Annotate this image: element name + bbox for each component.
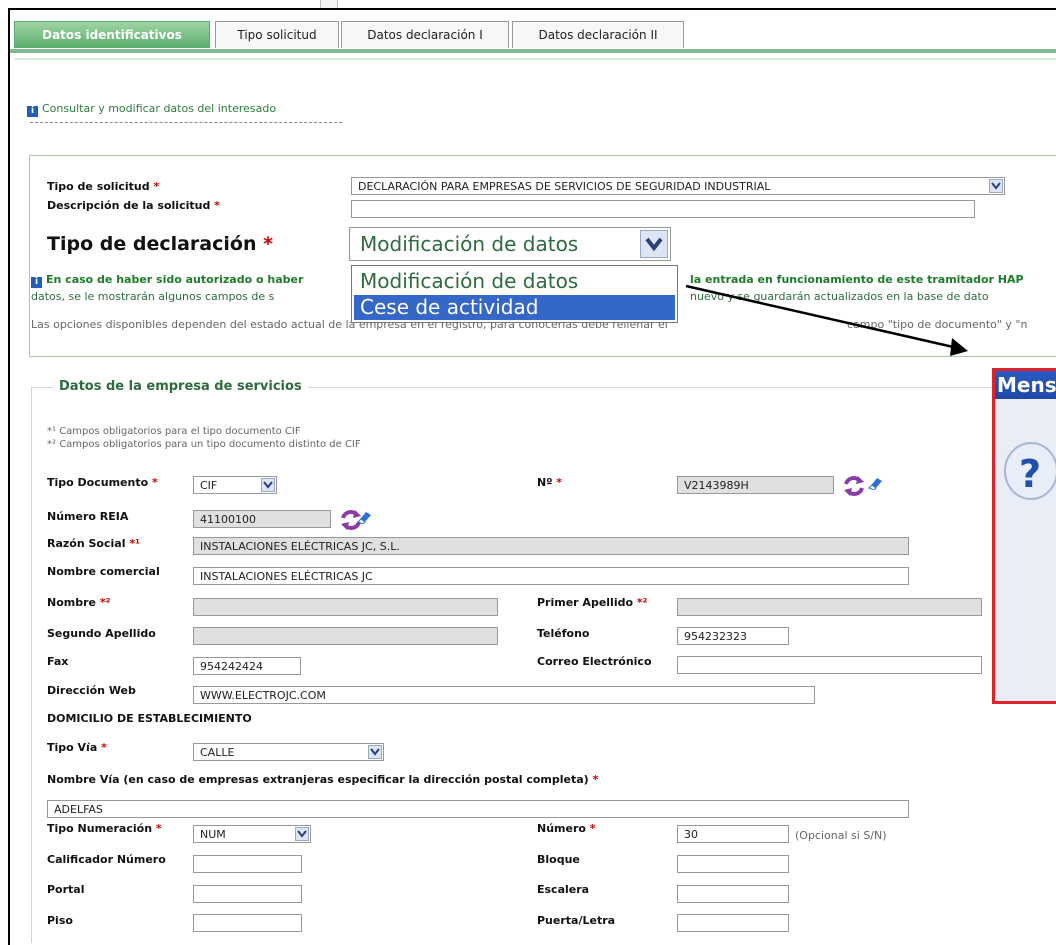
chevron-down-icon[interactable] — [295, 827, 309, 841]
puerta-input[interactable] — [677, 914, 789, 932]
numero-doc-input[interactable]: V2143989H — [677, 476, 834, 494]
razon-social-label: Razón Social *¹ — [47, 537, 140, 550]
piso-input[interactable] — [193, 914, 302, 932]
eraser-icon[interactable] — [356, 510, 372, 527]
tipo-via-label: Tipo Vía * — [47, 741, 107, 754]
web-label: Dirección Web — [47, 684, 136, 697]
correo-input[interactable] — [677, 656, 982, 674]
tipo-numeracion-select[interactable]: NUM — [193, 825, 311, 843]
telefono-input[interactable]: 954232323 — [677, 627, 789, 645]
segundo-apellido-input[interactable] — [193, 627, 498, 645]
domicilio-heading: DOMICILIO DE ESTABLECIMIENTO — [47, 712, 252, 725]
message-popup: Mens ? — [992, 368, 1056, 704]
segundo-apellido-label: Segundo Apellido — [47, 627, 156, 640]
nombre-label: Nombre *² — [47, 596, 111, 609]
puerta-label: Puerta/Letra — [537, 914, 616, 927]
question-icon: ? — [1001, 441, 1056, 514]
section-title-empresa: Datos de la empresa de servicios — [53, 379, 308, 394]
section-left-border — [31, 387, 32, 943]
numero-via-input[interactable]: 30 — [677, 825, 789, 843]
nombre-input[interactable] — [193, 598, 498, 616]
web-input[interactable]: WWW.ELECTROJC.COM — [193, 686, 815, 704]
primer-apellido-label: Primer Apellido *² — [537, 596, 648, 609]
nombre-via-label: Nombre Vía (en caso de empresas extranje… — [47, 773, 599, 786]
note-no-cif: *² Campos obligatorios para un tipo docu… — [47, 439, 361, 450]
tipo-documento-select[interactable]: CIF — [193, 476, 277, 494]
tipo-documento-label: Tipo Documento * — [47, 476, 158, 489]
nombre-comercial-label: Nombre comercial — [47, 565, 160, 578]
correo-label: Correo Electrónico — [537, 655, 652, 668]
calificador-label: Calificador Número — [47, 853, 166, 866]
refresh-icon[interactable] — [842, 474, 866, 501]
bloque-input[interactable] — [677, 855, 789, 873]
razon-social-input[interactable]: INSTALACIONES ELÉCTRICAS JC, S.L. — [193, 537, 909, 555]
chevron-down-icon[interactable] — [261, 478, 275, 492]
nombre-comercial-input[interactable]: INSTALACIONES ELÉCTRICAS JC — [193, 567, 909, 585]
tipo-numeracion-value: NUM — [200, 828, 226, 841]
telefono-label: Teléfono — [537, 627, 590, 640]
fax-input[interactable]: 954242424 — [193, 657, 301, 675]
nombre-via-input[interactable]: ADELFAS — [47, 800, 909, 818]
popup-title: Mens — [995, 371, 1056, 399]
svg-text:?: ? — [1019, 452, 1041, 496]
portal-input[interactable] — [193, 885, 302, 903]
eraser-icon[interactable] — [867, 476, 883, 493]
fax-label: Fax — [47, 655, 69, 668]
primer-apellido-input[interactable] — [677, 598, 982, 616]
opcional-hint: (Opcional si S/N) — [795, 829, 887, 842]
reia-label: Número REIA — [47, 510, 129, 523]
numero-via-label: Número * — [537, 822, 596, 835]
note-cif: *¹ Campos obligatorios para el tipo docu… — [47, 426, 301, 437]
calificador-input[interactable] — [193, 855, 302, 873]
escalera-input[interactable] — [677, 885, 789, 903]
tipo-documento-value: CIF — [200, 479, 218, 492]
portal-label: Portal — [47, 883, 85, 896]
escalera-label: Escalera — [537, 883, 590, 896]
numero-label: Nº * — [537, 476, 563, 489]
chevron-down-icon[interactable] — [368, 745, 382, 759]
piso-label: Piso — [47, 914, 73, 927]
bloque-label: Bloque — [537, 853, 580, 866]
reia-input[interactable]: 41100100 — [193, 510, 331, 528]
tipo-via-select[interactable]: CALLE — [193, 743, 384, 761]
tipo-numeracion-label: Tipo Numeración * — [47, 822, 162, 835]
tipo-via-value: CALLE — [200, 746, 235, 759]
